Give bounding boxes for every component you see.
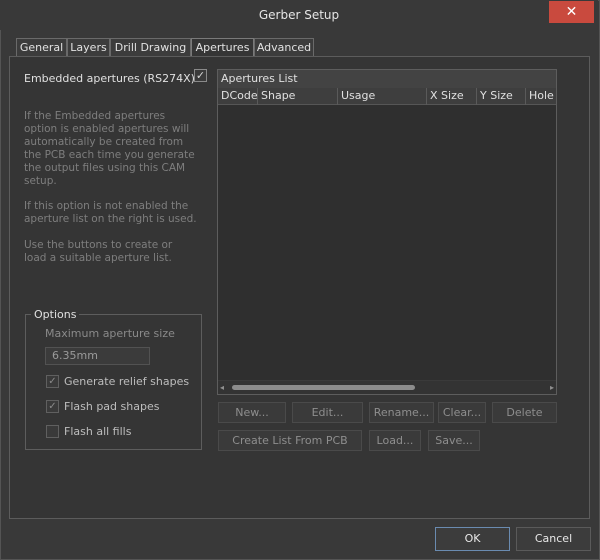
load-button[interactable]: Load...: [369, 430, 421, 451]
column-header-x-size[interactable]: X Size: [427, 88, 477, 105]
save-button[interactable]: Save...: [428, 430, 480, 451]
help-line: the output files using this CAM: [24, 162, 186, 174]
help-line: the PCB each time you generate: [24, 149, 195, 161]
help-line: aperture list on the right is used.: [24, 213, 197, 225]
tab-drill-drawing[interactable]: Drill Drawing: [110, 38, 191, 57]
column-header-y-size[interactable]: Y Size: [477, 88, 526, 105]
ok-button[interactable]: OK: [435, 527, 510, 551]
apertures-list-title: Apertures List: [218, 70, 556, 88]
help-line: If the Embedded apertures: [24, 110, 166, 122]
column-header-hole[interactable]: Hole: [526, 88, 556, 105]
help-line: setup.: [24, 175, 57, 187]
flash-pad-label[interactable]: Flash pad shapes: [64, 400, 159, 413]
scroll-right-icon[interactable]: ▸: [546, 383, 554, 392]
horizontal-scrollbar[interactable]: ◂ ▸: [218, 381, 556, 394]
help-paragraph-3: Use the buttons to create or load a suit…: [24, 239, 204, 265]
embedded-apertures-checkbox[interactable]: ✓: [194, 69, 207, 82]
delete-button[interactable]: Delete: [492, 402, 557, 423]
rename-button[interactable]: Rename...: [369, 402, 434, 423]
edit-button[interactable]: Edit...: [292, 402, 363, 423]
cancel-button[interactable]: Cancel: [516, 527, 591, 551]
max-aperture-size-label: Maximum aperture size: [45, 327, 175, 340]
tab-apertures[interactable]: Apertures: [191, 38, 254, 58]
scrollbar-thumb[interactable]: [232, 385, 415, 390]
new-button[interactable]: New...: [218, 402, 286, 423]
help-line: If this option is not enabled the: [24, 200, 189, 212]
max-aperture-size-input[interactable]: 6.35mm: [45, 347, 150, 365]
close-button[interactable]: ✕: [549, 1, 594, 23]
help-line: automatically be created from: [24, 136, 184, 148]
flash-all-fills-checkbox[interactable]: [46, 425, 59, 438]
create-list-from-pcb-button[interactable]: Create List From PCB: [218, 430, 362, 451]
help-line: Use the buttons to create or: [24, 239, 173, 251]
title-bar[interactable]: Gerber Setup ✕: [0, 0, 598, 30]
check-icon: ✓: [48, 401, 57, 412]
options-group-title: Options: [31, 308, 80, 321]
generate-relief-label[interactable]: Generate relief shapes: [64, 375, 189, 388]
help-paragraph-1: If the Embedded apertures option is enab…: [24, 110, 204, 188]
column-header-shape[interactable]: Shape: [258, 88, 338, 105]
generate-relief-checkbox[interactable]: ✓: [46, 375, 59, 388]
apertures-list-header: DCode Shape Usage X Size Y Size Hole: [218, 88, 556, 105]
check-icon: ✓: [195, 69, 206, 82]
tab-layers[interactable]: Layers: [67, 38, 110, 57]
tab-advanced[interactable]: Advanced: [254, 38, 314, 57]
flash-all-fills-label[interactable]: Flash all fills: [64, 425, 131, 438]
close-icon: ✕: [565, 4, 578, 20]
flash-pad-checkbox[interactable]: ✓: [46, 400, 59, 413]
tab-general[interactable]: General: [16, 38, 67, 57]
scroll-left-icon[interactable]: ◂: [220, 383, 228, 392]
clear-button[interactable]: Clear...: [438, 402, 486, 423]
check-icon: ✓: [48, 376, 57, 387]
help-line: load a suitable aperture list.: [24, 252, 172, 264]
help-paragraph-2: If this option is not enabled the apertu…: [24, 200, 204, 226]
column-header-dcode[interactable]: DCode: [218, 88, 258, 105]
apertures-list-body[interactable]: [218, 105, 556, 380]
help-line: option is enabled apertures will: [24, 123, 190, 135]
column-header-usage[interactable]: Usage: [338, 88, 427, 105]
embedded-apertures-label[interactable]: Embedded apertures (RS274X): [24, 72, 195, 85]
window-title: Gerber Setup: [258, 8, 340, 22]
